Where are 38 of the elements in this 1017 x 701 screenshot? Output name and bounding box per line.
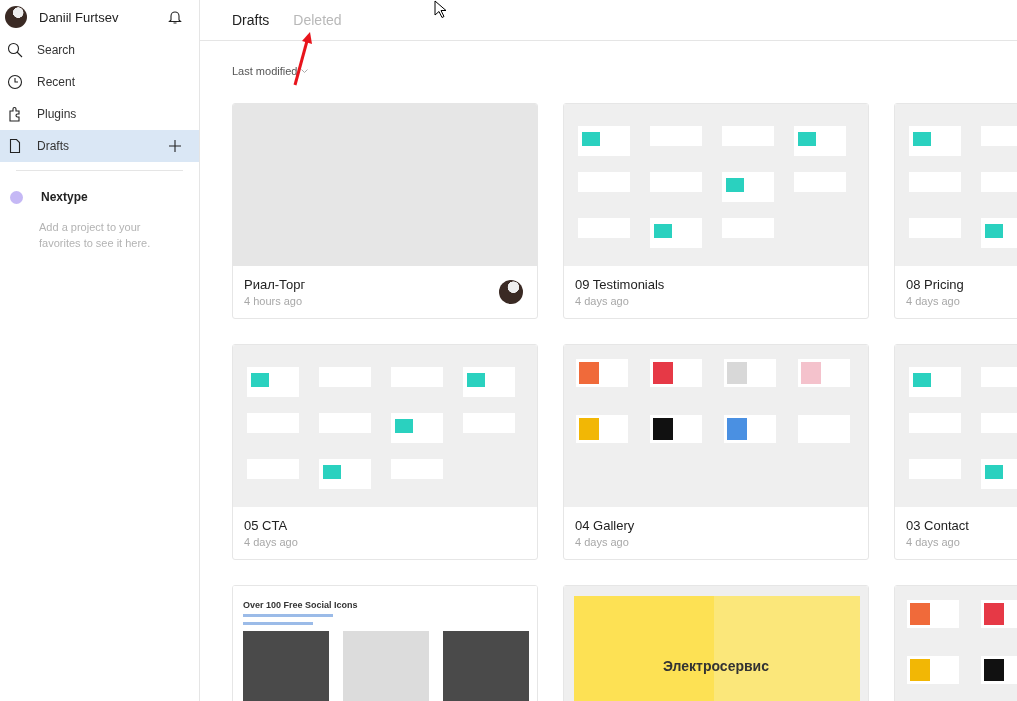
cursor-icon bbox=[434, 0, 448, 18]
file-card[interactable]: 03 Contact 4 days ago bbox=[894, 344, 1017, 560]
search-icon bbox=[7, 42, 23, 58]
tab[interactable]: Drafts bbox=[232, 12, 270, 28]
puzzle-icon bbox=[7, 106, 23, 122]
file-card[interactable]: 05 CTA 4 days ago bbox=[232, 344, 538, 560]
thumbnail-heading: Over 100 Free Social Icons bbox=[243, 600, 358, 610]
file-card[interactable]: 09 Testimonials 4 days ago bbox=[563, 103, 869, 319]
favorites-hint: Add a project to your favorites to see it here. bbox=[39, 220, 152, 251]
plus-icon bbox=[167, 138, 183, 154]
file-modified: 4 days ago bbox=[244, 536, 299, 548]
file-modified: 4 days ago bbox=[575, 536, 630, 548]
file-modified: 4 days ago bbox=[575, 295, 630, 307]
sort-dropdown[interactable]: Last modified bbox=[232, 65, 309, 77]
team-name[interactable]: Nextype bbox=[41, 190, 88, 204]
file-title: 03 Contact bbox=[906, 518, 970, 533]
file-title: 09 Testimonials bbox=[575, 277, 666, 292]
nav-item[interactable]: Recent bbox=[0, 66, 199, 98]
nav-item[interactable]: Drafts bbox=[0, 130, 199, 162]
chevron-icon bbox=[301, 68, 309, 74]
file-title: 05 CTA bbox=[244, 518, 289, 533]
nav-item[interactable]: Search bbox=[0, 34, 199, 66]
file-card[interactable]: Риал-Торг 4 hours ago bbox=[232, 103, 538, 319]
file-icon bbox=[7, 138, 23, 154]
file-title: Риал-Торг bbox=[244, 277, 307, 292]
user-avatar[interactable] bbox=[5, 6, 27, 28]
file-title: 04 Gallery bbox=[575, 518, 636, 533]
file-card[interactable]: 08 Pricing 4 days ago bbox=[894, 103, 1017, 319]
file-modified: 4 hours ago bbox=[244, 295, 304, 307]
nav-item[interactable]: Plugins bbox=[0, 98, 199, 130]
file-title: 08 Pricing bbox=[906, 277, 965, 292]
bell-icon bbox=[167, 9, 183, 25]
banner-heading: Электросервис bbox=[662, 658, 770, 674]
user-name: Daniil Furtsev bbox=[39, 9, 120, 25]
clock-icon bbox=[7, 74, 23, 90]
file-modified: 4 days ago bbox=[906, 536, 961, 548]
file-modified: 4 days ago bbox=[906, 295, 961, 307]
file-card[interactable]: 04 Gallery 4 days ago bbox=[563, 344, 869, 560]
